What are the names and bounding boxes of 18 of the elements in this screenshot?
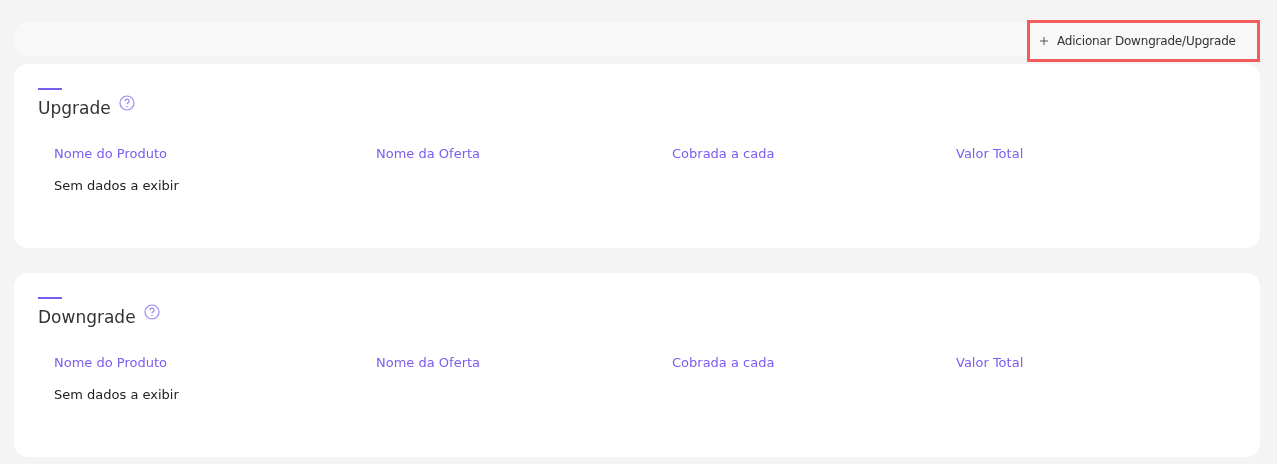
help-icon[interactable] <box>118 95 135 111</box>
empty-message: Sem dados a exibir <box>54 178 179 193</box>
column-header: Nome da Oferta <box>376 355 481 370</box>
column-header: Cobrada a cada <box>672 355 775 370</box>
section-title: Upgrade <box>38 98 111 118</box>
column-header: Nome da Oferta <box>376 146 481 161</box>
help-icon[interactable] <box>143 304 160 320</box>
column-header: Cobrada a cada <box>672 146 775 161</box>
column-header: Valor Total <box>956 146 1024 161</box>
column-header: Nome do Produto <box>54 355 167 370</box>
column-header: Nome do Produto <box>54 146 167 161</box>
column-header: Valor Total <box>956 355 1024 370</box>
accent-line <box>38 297 62 299</box>
section-title: Downgrade <box>38 307 136 327</box>
plus-icon <box>1040 37 1048 45</box>
empty-message: Sem dados a exibir <box>54 387 179 402</box>
accent-line <box>38 88 62 90</box>
add-button[interactable]: Adicionar Downgrade/Upgrade <box>1027 20 1260 62</box>
